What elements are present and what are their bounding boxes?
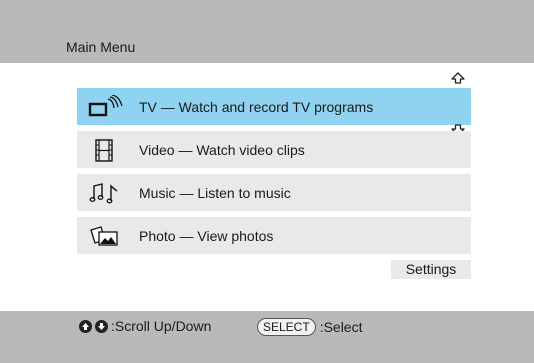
photo-icon <box>87 224 123 248</box>
select-key-badge: SELECT <box>257 318 316 336</box>
menu-item-tv[interactable]: TV — Watch and record TV programs <box>77 88 471 125</box>
menu-item-label: Video — Watch video clips <box>139 141 305 158</box>
menu-item-music[interactable]: Music — Listen to music <box>77 174 471 211</box>
menu-item-label: TV — Watch and record TV programs <box>139 98 374 115</box>
music-note-icon <box>87 181 123 205</box>
menu-item-video[interactable]: Video — Watch video clips <box>77 131 471 168</box>
scroll-hint: :Scroll Up/Down <box>79 318 211 334</box>
menu-item-photo[interactable]: Photo — View photos <box>77 217 471 254</box>
menu-item-label: Music — Listen to music <box>139 184 291 201</box>
screen: Main Menu TV — Watch and record TV progr… <box>0 0 534 363</box>
up-button-icon <box>79 319 92 333</box>
tv-icon <box>87 94 123 119</box>
down-button-icon <box>95 319 108 333</box>
scroll-hint-label: :Scroll Up/Down <box>111 318 212 334</box>
select-hint-label: :Select <box>319 319 363 335</box>
select-hint: SELECT :Select <box>257 318 363 336</box>
header-bar: Main Menu <box>0 0 534 63</box>
scroll-up-arrow-icon[interactable] <box>450 71 466 87</box>
page-title: Main Menu <box>66 39 136 55</box>
film-icon <box>87 138 123 162</box>
menu-item-label: Photo — View photos <box>139 227 274 244</box>
settings-button[interactable]: Settings <box>391 260 471 279</box>
